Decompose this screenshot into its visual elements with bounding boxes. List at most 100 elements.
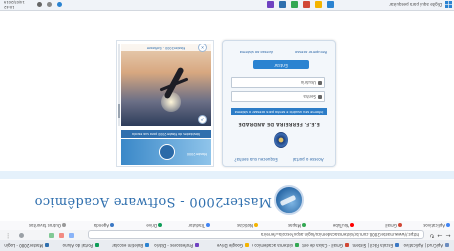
master2000-logo [159, 144, 175, 160]
bookmark-icon [158, 223, 162, 227]
bookmark-item[interactable]: YouTube [333, 222, 354, 229]
reload-icon[interactable]: ↻ [428, 231, 436, 239]
clock-time: 10:42 [4, 5, 15, 9]
brand-title: Master2000 - Software Acadêmico [34, 194, 272, 209]
clock-date: 14/03/2019 [4, 0, 25, 5]
bookmark-label: YouTube [332, 223, 349, 228]
tab-label: Master2000 - Login [4, 243, 43, 248]
user-icon [318, 81, 322, 85]
bookmark-icon [398, 223, 402, 227]
bookmark-item[interactable]: Mapas [288, 222, 306, 229]
news-panel: Master2000 Novidades do Master2000 para … [116, 40, 214, 167]
browser-tab[interactable]: Portal do Aluno [52, 241, 102, 250]
header-band [0, 171, 454, 179]
bookmark-label: Tradutor [188, 223, 205, 228]
browser-tab[interactable]: Escola Fácil | Sistema [352, 241, 402, 250]
bookmark-item[interactable]: Aplicativos [423, 222, 450, 229]
news-caption: Novidades do Master2000 para sua escola [121, 130, 211, 138]
taskbar-app-icon[interactable] [267, 1, 274, 8]
bookmark-label: Mapas [288, 223, 301, 228]
scroll-thumb[interactable] [118, 104, 120, 118]
news-thumbnail[interactable]: Master2000 [121, 139, 211, 165]
share-icon[interactable]: ↗ [198, 115, 207, 124]
tab-favicon-icon [245, 243, 249, 247]
access-portal-link[interactable]: Acesse o portal [293, 157, 324, 162]
bookmark-item[interactable]: Tradutor [188, 222, 210, 229]
recover-access-link[interactable]: Recuperar acesso [295, 50, 327, 54]
taskbar-search[interactable]: Digite aqui para pesquisar [389, 1, 442, 8]
login-notice: Informe seu usuário e senha para acessar… [231, 108, 327, 115]
bookmark-item[interactable]: Notícias [237, 222, 258, 229]
news-photo[interactable]: Master2000 - Software ↗ × [121, 44, 211, 126]
tab-label: sistema academico online [252, 243, 293, 248]
bookmark-icon [350, 223, 354, 227]
address-bar-row: ← → ↻ https://www.master2000.com.br/sist… [0, 229, 454, 240]
system-access-link[interactable]: Acesso ao sistema [240, 50, 273, 54]
taskbar-app-icon[interactable] [315, 1, 322, 8]
taskbar-app-icon[interactable] [303, 1, 310, 8]
extension-icon[interactable] [59, 233, 64, 238]
bookmark-icon [110, 223, 114, 227]
back-icon[interactable]: ← [444, 231, 452, 239]
username-field[interactable]: Usuário [231, 77, 325, 88]
forward-icon[interactable]: → [436, 231, 444, 239]
tab-label: Escola Fácil | Sistema [352, 243, 393, 248]
clock: 10:42 14/03/2019 [4, 0, 26, 10]
taskbar-app-icon[interactable] [279, 1, 286, 8]
screen: ApiCrud | Aplicativo 4.2 Escola Fácil | S… [0, 0, 454, 251]
bookmark-item[interactable]: Drive [146, 222, 162, 229]
bookmark-icon [446, 223, 450, 227]
bookmark-label: Notícias [237, 223, 253, 228]
profile-avatar[interactable] [19, 233, 24, 238]
bookmark-label: Outros favoritos [28, 223, 61, 228]
master2000-logo [274, 185, 304, 215]
top-links: Acesse o portal Esqueceu sua senha? [223, 157, 335, 162]
bookmark-icon [302, 223, 306, 227]
login-button[interactable]: Entrar [253, 60, 309, 69]
forgot-password-link[interactable]: Esqueceu sua senha? [234, 157, 277, 162]
tab-favicon-icon [295, 243, 299, 247]
tray-icon[interactable] [37, 2, 42, 7]
tray-icon[interactable] [47, 2, 52, 7]
tab-favicon-icon [195, 243, 199, 247]
tab-favicon-icon [145, 243, 149, 247]
taskbar-app-icon[interactable] [291, 1, 298, 8]
tray-icon[interactable] [57, 2, 62, 7]
tab-label: Portal do Aluno [62, 243, 93, 248]
url-field[interactable]: https://www.master2000.com.br/sistemaaca… [88, 230, 424, 239]
extension-icon[interactable] [69, 233, 74, 238]
bookmark-icon [62, 223, 66, 227]
tab-label: Professores - Diário [154, 243, 193, 248]
tab-label: Gmail - Caixa de entrada [302, 243, 343, 248]
tab-label: Boletim escolar [111, 243, 143, 248]
bookmark-icon [254, 223, 258, 227]
windows-start-icon[interactable] [445, 1, 452, 8]
bookmark-label: Agenda [93, 223, 109, 228]
password-field[interactable]: Senha [231, 91, 325, 102]
browser-tab-bar: ApiCrud | Aplicativo 4.2 Escola Fácil | S… [0, 239, 454, 251]
taskbar-app-icon[interactable] [327, 1, 334, 8]
browser-tab[interactable]: Master2000 - Login [2, 241, 52, 250]
browser-tab[interactable]: Boletim escolar [102, 241, 152, 250]
tab-favicon-icon [45, 243, 49, 247]
menu-icon[interactable]: ⋮ [4, 231, 12, 239]
browser-tab[interactable]: ApiCrud | Aplicativo 4.2 [402, 241, 452, 250]
bookmarks-bar: Aplicativos Gmail YouTube Mapas Notícias Trad… [0, 220, 454, 230]
bookmark-label: Aplicativos [423, 223, 445, 228]
browser-tab[interactable]: Professores - Diário [152, 241, 202, 250]
bookmark-item[interactable]: Outros favoritos [29, 222, 66, 229]
bookmark-label: Drive [146, 223, 157, 228]
username-placeholder: Usuário [300, 80, 316, 85]
tab-favicon-icon [445, 243, 449, 247]
tab-favicon-icon [395, 243, 399, 247]
institution-name: E.E.F. FERREIRA DE ANDRADE [238, 121, 320, 126]
browser-tab[interactable]: Google Drive [202, 241, 252, 250]
bookmark-icon [206, 223, 210, 227]
bookmark-item[interactable]: Agenda [94, 222, 114, 229]
browser-tab[interactable]: Gmail - Caixa de entrada [302, 241, 352, 250]
bookmark-item[interactable]: Gmail [385, 222, 402, 229]
tab-label: ApiCrud | Aplicativo 4.2 [402, 243, 443, 248]
browser-tab[interactable]: sistema academico online [252, 241, 302, 250]
news-scrollbar[interactable] [118, 44, 120, 126]
extension-icon[interactable] [49, 233, 54, 238]
